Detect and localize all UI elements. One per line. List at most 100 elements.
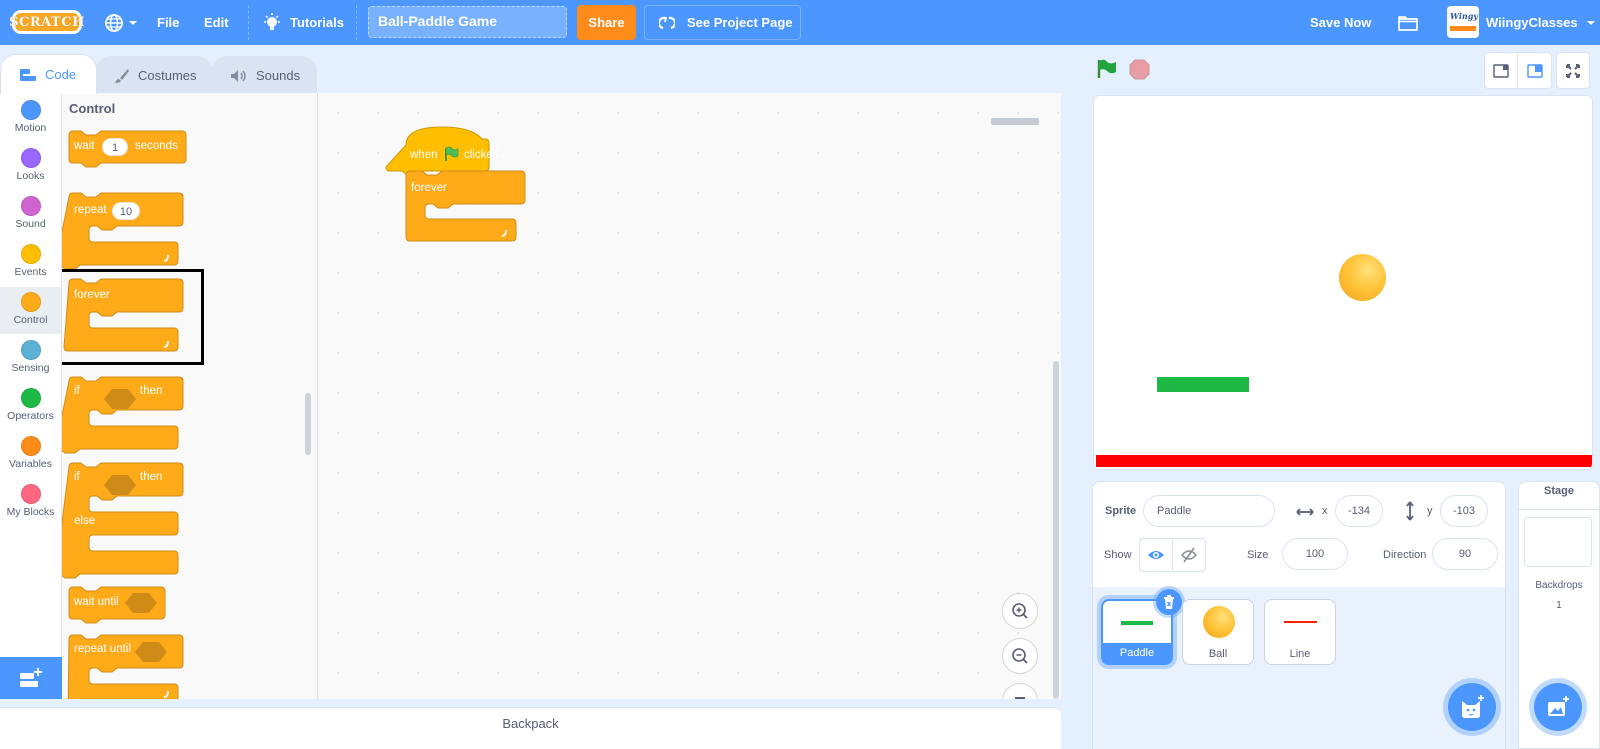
category-looks[interactable]: Looks [0,143,61,190]
add-extension-icon [20,668,42,687]
tab-costumes[interactable]: Costumes [95,56,213,94]
show-label: Show [1104,549,1132,561]
stage-pane-title: Stage [1544,485,1574,497]
x-position-input[interactable]: -134 [1335,495,1383,527]
palette-blocks-svg [62,130,187,699]
stage-canvas[interactable] [1093,95,1593,470]
fullscreen-button[interactable] [1556,52,1590,89]
globe-icon [105,13,123,32]
speaker-icon [231,69,246,82]
category-my-blocks[interactable]: My Blocks [0,479,61,526]
category-motion[interactable]: Motion [0,95,61,142]
language-menu[interactable] [104,0,138,45]
category-dot [20,196,41,216]
stage-pane-divider [1519,509,1599,510]
menu-divider [356,5,357,40]
green-flag-button[interactable] [1096,58,1118,80]
repeat-count-input[interactable]: 10 [112,202,140,220]
see-project-page-button[interactable]: See Project Page [644,5,801,40]
repeat-until-block-label[interactable]: repeat until [74,643,131,655]
if-block-label[interactable]: if [74,385,80,397]
tab-code[interactable]: Code [0,54,97,94]
category-events[interactable]: Events [0,239,61,286]
direction-input[interactable]: 90 [1432,538,1498,570]
scratch-logo[interactable]: SCRATCH [9,10,84,34]
script-area-scrollbar[interactable] [1053,361,1059,699]
category-control[interactable]: Control [0,287,61,334]
wait-seconds-input[interactable]: 1 [102,138,128,156]
menu-divider [248,5,249,40]
project-title-input[interactable]: Ball-Paddle Game [368,6,567,38]
sprite-name-input[interactable]: Paddle [1143,495,1275,527]
script-area[interactable]: when clicked forever [318,93,1061,699]
zoom-out-button[interactable] [1002,638,1038,674]
my-stuff-button[interactable] [1397,0,1419,45]
user-avatar[interactable]: Wingy [1447,6,1479,38]
horizontal-scrollbar[interactable] [991,118,1039,125]
zoom-in-button[interactable] [1002,593,1038,629]
repeat-block-label[interactable]: repeat [74,204,107,216]
backdrop-add-icon [1548,696,1569,716]
palette-scrollbar[interactable] [305,393,311,455]
then-label: then [140,471,163,483]
save-now-button[interactable]: Save Now [1310,0,1371,45]
stop-button[interactable] [1129,59,1150,80]
share-button[interactable]: Share [577,5,636,40]
file-menu[interactable]: File [157,0,179,45]
sprite-info-pane: Sprite Paddle x -134 y -103 Show Size 10… [1092,481,1506,749]
account-menu[interactable]: WiingyClasses [1486,0,1596,45]
small-stage-button[interactable] [1484,52,1518,89]
zoom-in-icon [1012,603,1028,619]
sprite-tile-label: Paddle [1103,643,1171,663]
wait-until-block-label[interactable]: wait until [74,596,119,608]
delete-sprite-button[interactable] [1156,589,1182,615]
tutorials-button[interactable]: Tutorials [262,0,344,45]
sprite-tile-paddle[interactable]: Paddle [1101,589,1182,665]
sprite-tile-label: Ball [1208,648,1228,660]
choose-sprite-button[interactable] [1448,683,1496,731]
category-sound[interactable]: Sound [0,191,61,238]
backdrops-label: Backdrops [1535,580,1583,591]
size-input[interactable]: 100 [1282,538,1348,570]
category-operators[interactable]: Operators [0,383,61,430]
ball-sprite[interactable] [1339,254,1386,301]
paddle-sprite[interactable] [1157,377,1249,392]
line-sprite[interactable] [1096,455,1592,467]
hat-when-label: when [410,149,438,161]
brush-icon [115,68,129,83]
sprite-list: Paddle Ball Line [1093,587,1505,749]
sprite-tile-ball[interactable]: Ball [1182,599,1254,665]
tab-code-label: Code [45,67,77,82]
tab-costumes-label: Costumes [138,68,197,83]
if-else-block-label[interactable]: if [74,471,80,483]
caret-down-icon [129,20,137,25]
backdrop-thumbnail[interactable] [1524,517,1592,567]
category-dot [20,100,41,120]
backpack[interactable]: Backpack [0,707,1061,749]
y-position-input[interactable]: -103 [1440,495,1488,527]
caret-down-icon [1586,20,1595,25]
hide-sprite-button[interactable] [1172,538,1206,572]
direction-label: Direction [1383,549,1427,561]
choose-backdrop-button[interactable] [1534,683,1582,731]
edit-menu[interactable]: Edit [204,0,229,45]
normal-stage-button[interactable] [1518,52,1552,89]
add-extension-button[interactable] [0,657,62,699]
category-dot [20,436,41,456]
category-sensing[interactable]: Sensing [0,335,61,382]
category-dot [20,484,41,504]
stage-selector-pane[interactable]: Stage Backdrops 1 [1518,481,1600,749]
category-label: Looks [16,170,45,182]
line-thumbnail [1284,621,1317,623]
show-sprite-button[interactable] [1139,538,1173,572]
tutorials-label: Tutorials [290,15,344,30]
category-variables[interactable]: Variables [0,431,61,478]
wait-block-label[interactable]: wait [74,140,94,152]
tab-sounds-label: Sounds [256,68,301,83]
avatar-stripe [1450,26,1476,31]
category-label: Sound [15,218,46,230]
normal-stage-icon [1526,63,1543,78]
stage-size-toggle [1484,52,1590,89]
sprite-tile-line[interactable]: Line [1264,599,1336,665]
tab-sounds[interactable]: Sounds [211,56,317,94]
